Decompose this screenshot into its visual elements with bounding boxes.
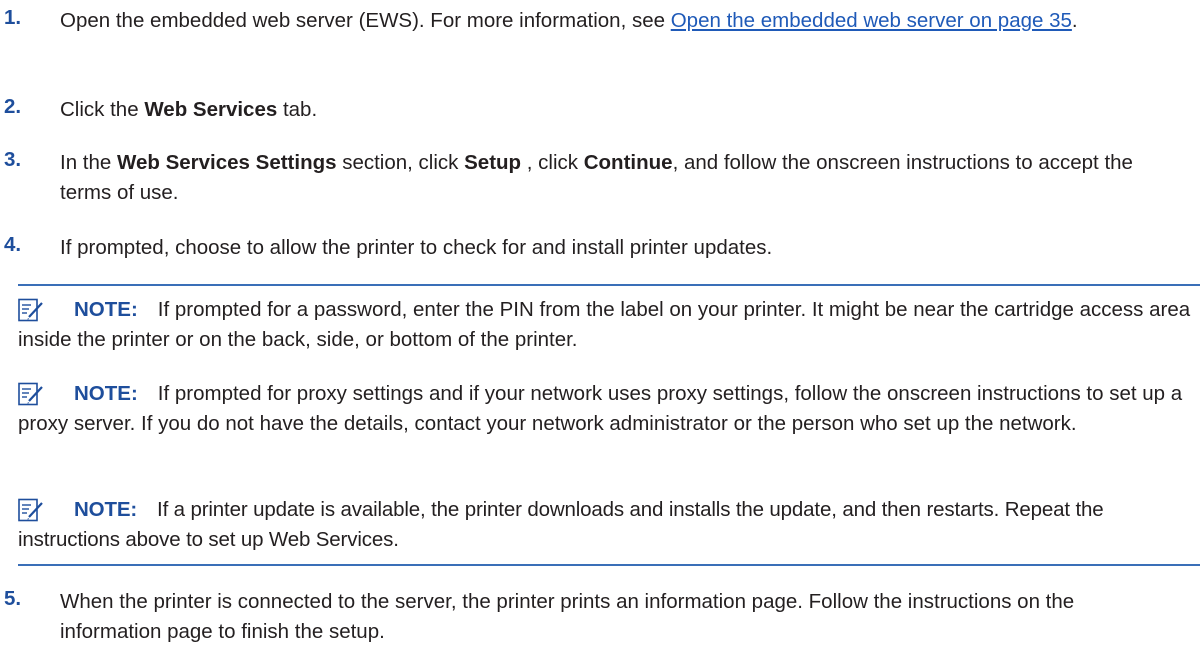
note-body: If prompted for proxy settings and if yo… [18,382,1183,435]
ui-term-setup: Setup [464,151,522,174]
step-text: Click the Web Services tab. [60,95,1180,125]
step-text-part: tab. [277,98,318,121]
step-text-part: section, click [336,151,465,174]
step-text-part: . [1071,9,1078,32]
step-number: 3. [4,148,22,171]
step-text-part: Click the [60,98,145,121]
page-link-open-ews[interactable]: Open the embedded web server on page 35 [671,9,1072,32]
step-number: 1. [4,6,22,29]
step-text: In the Web Services Settings section, cl… [60,148,1180,208]
ui-term-web-services-settings: Web Services Settings [117,151,337,174]
note-divider [18,284,1200,286]
note-body: If a printer update is available, the pr… [18,498,1104,551]
step-text-part: Open the embedded web server (EWS). For … [60,9,671,32]
note-label: NOTE: [74,498,138,521]
step-text: If prompted, choose to allow the printer… [60,236,773,259]
step-text: Open the embedded web server (EWS). For … [60,6,1180,36]
note-label: NOTE: [74,382,138,405]
step-text-part: , click [521,151,584,174]
note-text: NOTE: If prompted for proxy settings and … [18,379,1198,439]
step-number: 2. [4,95,22,118]
ui-term-web-services: Web Services [144,98,278,121]
note-divider [18,564,1200,566]
note-text: NOTE: If prompted for a password, enter t… [18,295,1198,355]
step-number: 4. [4,233,22,256]
note-body: If prompted for a password, enter the PI… [18,298,1191,351]
step-text-part: In the [60,151,117,174]
document-page: 1. Open the embedded web server (EWS). F… [0,0,1200,657]
step-number: 5. [4,587,22,610]
step-text: When the printer is connected to the ser… [60,590,1075,643]
note-label: NOTE: [74,298,138,321]
note-text: NOTE: If a printer update is available, t… [18,495,1198,555]
ui-term-continue: Continue [583,151,673,174]
